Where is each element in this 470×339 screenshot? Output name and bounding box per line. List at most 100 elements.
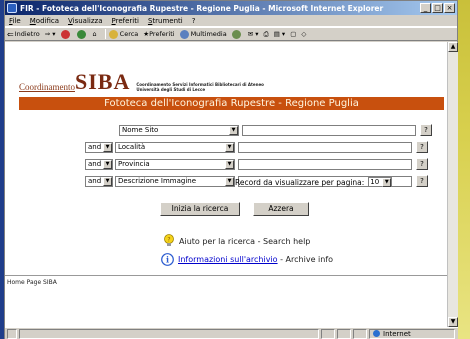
discuss-icon: ▢ xyxy=(290,30,297,38)
maximize-button[interactable]: □ xyxy=(432,3,443,13)
edit-icon: ▤ ▾ xyxy=(273,30,286,38)
stop-icon xyxy=(60,29,70,39)
menu-visualizza[interactable]: Visualizza xyxy=(68,17,103,25)
home-icon: ⌂ xyxy=(92,30,97,38)
toolbar: ⇐ Indietro ⇒ ▾ ⌂ Cerca ★ Preferiti Multi… xyxy=(5,27,457,41)
lightbulb-help-icon: ? xyxy=(164,234,174,246)
operator-select[interactable]: and ▼ xyxy=(85,175,113,187)
menu-file[interactable]: File xyxy=(9,17,21,25)
dropdown-arrow-icon[interactable]: ▼ xyxy=(229,125,238,135)
minimize-button[interactable]: _ xyxy=(420,3,431,13)
page-status-icon xyxy=(7,328,17,339)
menu-modifica[interactable]: Modifica xyxy=(30,17,59,25)
page-title-banner: Fototeca dell'Iconografia Rupestre - Reg… xyxy=(19,97,444,110)
search-button[interactable]: Cerca xyxy=(108,29,138,39)
siba-logo[interactable]: Coordinamento SIBA Coordinamento Servizi… xyxy=(19,69,264,94)
title-bar[interactable]: FIR - Fototeca dell'Iconografia Rupestre… xyxy=(5,1,457,15)
archive-info-row: i Informazioni sull'archivio - Archive i… xyxy=(161,253,333,266)
svg-text:i: i xyxy=(166,255,169,265)
records-per-page: Record da visualizzare per pagina: 10 ▼ xyxy=(235,177,393,187)
stop-button[interactable] xyxy=(60,29,72,39)
search-row: and ▼ Località ▼ ? xyxy=(85,141,428,153)
reset-button[interactable]: Azzera xyxy=(253,202,309,216)
status-cell xyxy=(353,328,367,339)
search-row: Nome Sito ▼ ? xyxy=(117,124,432,136)
refresh-icon xyxy=(76,29,86,39)
field-select[interactable]: Provincia ▼ xyxy=(115,158,235,170)
dropdown-arrow-icon[interactable]: ▼ xyxy=(225,159,234,169)
status-cell xyxy=(321,328,335,339)
desktop-right-edge xyxy=(458,0,470,339)
menu-preferiti[interactable]: Preferiti xyxy=(112,17,139,25)
archive-info-suffix: - Archive info xyxy=(277,255,334,264)
edit-button[interactable]: ▤ ▾ xyxy=(274,30,285,38)
internet-globe-icon xyxy=(373,330,380,337)
dropdown-arrow-icon[interactable]: ▼ xyxy=(382,177,392,187)
records-label: Record da visualizzare per pagina: xyxy=(235,177,365,187)
search-text-input[interactable] xyxy=(238,141,412,153)
home-button[interactable]: ⌂ xyxy=(93,30,97,38)
multimedia-icon xyxy=(179,29,189,39)
back-button[interactable]: ⇐ Indietro xyxy=(7,30,40,39)
search-text-input[interactable] xyxy=(238,158,412,170)
scroll-up-arrow-icon[interactable]: ▲ xyxy=(448,42,458,52)
search-row: and ▼ Provincia ▼ ? xyxy=(85,158,428,170)
menu-strumenti[interactable]: Strumenti xyxy=(148,17,183,25)
security-zone: Internet xyxy=(369,328,455,339)
favorites-button[interactable]: ★ Preferiti xyxy=(143,30,174,38)
field-help-button[interactable]: ? xyxy=(416,141,428,153)
forward-button[interactable]: ⇒ ▾ xyxy=(45,30,56,38)
logo-siba: SIBA xyxy=(75,69,131,94)
vertical-scrollbar[interactable]: ▲ ▼ xyxy=(447,42,458,327)
ie-app-icon[interactable] xyxy=(7,3,17,13)
back-arrow-icon: ⇐ xyxy=(7,29,14,39)
print-button[interactable]: ⎙ xyxy=(264,30,269,39)
menu-help[interactable]: ? xyxy=(192,17,196,25)
browser-window: FIR - Fototeca dell'Iconografia Rupestre… xyxy=(4,0,458,339)
menu-bar: File Modifica Visualizza Preferiti Strum… xyxy=(5,15,457,27)
dropdown-arrow-icon[interactable]: ▼ xyxy=(103,159,112,169)
status-cell xyxy=(337,328,351,339)
search-help-text: Aiuto per la ricerca - Search help xyxy=(179,236,311,246)
archive-info-link[interactable]: Informazioni sull'archivio xyxy=(178,255,278,264)
operator-select[interactable]: and ▼ xyxy=(85,158,113,170)
footer-divider xyxy=(5,275,447,276)
mail-button[interactable]: ✉ ▾ xyxy=(248,30,259,38)
mail-icon: ✉ ▾ xyxy=(247,30,259,38)
forward-arrow-icon: ⇒ ▾ xyxy=(44,30,56,38)
print-icon: ⎙ xyxy=(263,29,269,38)
refresh-button[interactable] xyxy=(76,29,88,39)
records-select[interactable]: 10 ▼ xyxy=(368,177,393,187)
info-icon: i xyxy=(161,253,174,266)
logo-subtitle: Coordinamento Servizi Informatici Biblio… xyxy=(136,82,264,92)
field-help-button[interactable]: ? xyxy=(420,124,432,136)
field-select[interactable]: Località ▼ xyxy=(115,141,235,153)
search-help-row[interactable]: ? Aiuto per la ricerca - Search help xyxy=(163,234,310,248)
dropdown-arrow-icon[interactable]: ▼ xyxy=(225,142,234,152)
messenger-icon: ◇ xyxy=(301,30,307,38)
start-search-button[interactable]: Inizia la ricerca xyxy=(160,202,240,216)
search-text-input[interactable] xyxy=(242,124,416,136)
home-page-siba-link[interactable]: Home Page SIBA xyxy=(7,279,57,286)
window-title: FIR - Fototeca dell'Iconografia Rupestre… xyxy=(20,3,384,13)
operator-select[interactable]: and ▼ xyxy=(85,141,113,153)
dropdown-arrow-icon[interactable]: ▼ xyxy=(103,176,112,186)
close-button[interactable]: × xyxy=(444,3,455,13)
scroll-down-arrow-icon[interactable]: ▼ xyxy=(448,317,458,327)
dropdown-arrow-icon[interactable]: ▼ xyxy=(225,176,234,186)
discuss-button[interactable]: ▢ xyxy=(290,30,296,38)
status-text-area xyxy=(19,328,319,339)
field-select[interactable]: Descrizione Immagine ▼ xyxy=(115,175,235,187)
history-icon xyxy=(231,29,241,39)
multimedia-button[interactable]: Multimedia xyxy=(179,29,227,39)
field-help-button[interactable]: ? xyxy=(416,158,428,170)
messenger-button[interactable]: ◇ xyxy=(301,30,306,38)
field-select[interactable]: Nome Sito ▼ xyxy=(119,124,239,136)
field-help-button[interactable]: ? xyxy=(416,175,428,187)
logo-coordinamento: Coordinamento xyxy=(19,82,75,92)
svg-text:?: ? xyxy=(167,237,170,244)
dropdown-arrow-icon[interactable]: ▼ xyxy=(103,142,112,152)
search-icon xyxy=(108,29,118,39)
status-bar: Internet xyxy=(5,327,458,339)
history-button[interactable] xyxy=(231,29,243,39)
